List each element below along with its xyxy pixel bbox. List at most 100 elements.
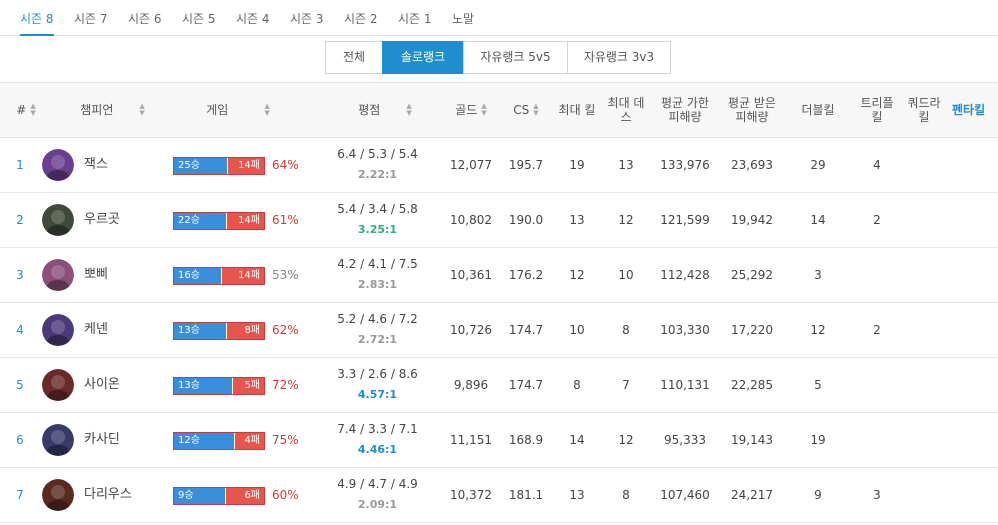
cell-gold: 12,077 — [450, 158, 492, 172]
cell-double: 19 — [810, 433, 826, 447]
win-loss-bar: 16승 14패 — [173, 267, 265, 285]
cell-penta — [952, 303, 996, 357]
cell-gold: 10,361 — [450, 268, 492, 282]
cell-triple: 2 — [873, 323, 881, 337]
cell-dmg-dealt: 110,131 — [660, 378, 710, 392]
season-tab-7[interactable]: 시즌 1 — [398, 10, 432, 27]
cell-gold: 10,726 — [450, 323, 492, 337]
kda: 4.9 / 4.7 / 4.9 — [337, 477, 418, 491]
cell-quadra — [904, 248, 944, 302]
sort-icon: ▲ ▼ — [264, 102, 270, 117]
queue-tab-2[interactable]: 자유랭크 5v5 — [463, 41, 568, 74]
win-loss-bar: 13승 8패 — [173, 322, 265, 340]
sion-avatar[interactable] — [42, 369, 74, 401]
season-tab-1[interactable]: 시즌 7 — [74, 10, 108, 27]
col-header-rank[interactable]: # ▲ ▼ — [8, 83, 44, 137]
season-tab-4[interactable]: 시즌 4 — [236, 10, 270, 27]
col-label: CS — [513, 103, 530, 117]
season-tab-0[interactable]: 시즌 8 — [20, 10, 54, 36]
wins-label: 13승 — [174, 323, 227, 339]
cell-triple — [856, 413, 898, 467]
kennen-avatar[interactable] — [42, 314, 74, 346]
urgot-avatar[interactable] — [42, 204, 74, 236]
table-row[interactable]: 3 뽀삐 16승 14패 53% 4.2 / 4.1 / 7.5 2.83:1 10,… — [0, 248, 998, 303]
cell-max-deaths: 12 — [618, 213, 634, 227]
cell-cs: 168.9 — [508, 433, 544, 447]
table-row[interactable]: 1 잭스 25승 14패 64% 6.4 / 5.3 / 5.4 2.22:1 12,… — [0, 138, 998, 193]
queue-tab-3[interactable]: 자유랭크 3v3 — [567, 41, 671, 74]
season-tab-8[interactable]: 노말 — [452, 10, 474, 27]
cell-double: 9 — [814, 488, 822, 502]
table-row[interactable]: 4 케넨 13승 8패 62% 5.2 / 4.6 / 7.2 2.72:1 10,7… — [0, 303, 998, 358]
win-loss-bar: 9승 6패 — [173, 487, 265, 505]
kassadin-avatar[interactable] — [42, 424, 74, 456]
rank-cell: 1 — [16, 158, 24, 172]
champion-name[interactable]: 카사딘 — [84, 413, 120, 467]
cell-max-deaths: 12 — [618, 433, 634, 447]
col-header-triple-kill[interactable]: 트리플킬 — [856, 83, 898, 137]
col-header-penta-kill[interactable]: 펜타킬 — [952, 83, 996, 137]
losses-label: 14패 — [228, 158, 264, 174]
kda-ratio: 3.25:1 — [357, 223, 398, 236]
col-header-quadra-kill[interactable]: 쿼드라킬 — [904, 83, 944, 137]
table-row[interactable]: 5 사이온 13승 5패 72% 3.3 / 2.6 / 8.6 4.57:1 9,8… — [0, 358, 998, 413]
table-row[interactable]: 7 다리우스 9승 6패 60% 4.9 / 4.7 / 4.9 2.09:1 10,… — [0, 468, 998, 523]
queue-tab-1[interactable]: 솔로랭크 — [382, 41, 464, 74]
col-label: # — [16, 103, 27, 117]
champion-name[interactable]: 사이온 — [84, 358, 120, 412]
col-header-double-kill[interactable]: 더블킬 — [794, 83, 842, 137]
col-header-rating[interactable]: 평점 ▲ ▼ — [330, 83, 440, 137]
cell-max-kills: 14 — [569, 433, 585, 447]
kda: 5.4 / 3.4 / 5.8 — [337, 202, 418, 216]
season-tab-5[interactable]: 시즌 3 — [290, 10, 324, 27]
table-row[interactable]: 2 우르곳 22승 14패 61% 5.4 / 3.4 / 5.8 3.25:1 10… — [0, 193, 998, 248]
table-row[interactable]: 6 카사딘 12승 4패 75% 7.4 / 3.3 / 7.1 4.46:1 11,… — [0, 413, 998, 468]
cell-quadra — [904, 193, 944, 247]
cell-triple: 4 — [873, 158, 881, 172]
season-tab-2[interactable]: 시즌 6 — [128, 10, 162, 27]
poppy-avatar[interactable] — [42, 259, 74, 291]
col-header-avg-damage-taken[interactable]: 평균 받은 피해량 — [722, 83, 782, 137]
cell-gold: 10,802 — [450, 213, 492, 227]
cell-dmg-dealt: 107,460 — [660, 488, 710, 502]
col-header-games[interactable]: 게임 ▲ ▼ — [168, 83, 308, 137]
col-header-cs[interactable]: CS ▲ ▼ — [505, 83, 547, 137]
col-header-gold[interactable]: 골드 ▲ ▼ — [446, 83, 496, 137]
losses-label: 5패 — [233, 378, 264, 394]
cell-max-kills: 12 — [569, 268, 585, 282]
col-label: 펜타킬 — [952, 103, 986, 117]
champion-name[interactable]: 다리우스 — [84, 468, 132, 522]
champion-name[interactable]: 케넨 — [84, 303, 108, 357]
winrate: 75% — [272, 433, 299, 447]
cell-quadra — [904, 138, 944, 192]
wins-label: 9승 — [174, 488, 226, 504]
champion-name[interactable]: 우르곳 — [84, 193, 120, 247]
cell-max-deaths: 10 — [618, 268, 634, 282]
cell-double: 29 — [810, 158, 826, 172]
cell-dmg-dealt: 133,976 — [660, 158, 710, 172]
champion-name[interactable]: 뽀삐 — [84, 248, 108, 302]
jax-avatar[interactable] — [42, 149, 74, 181]
col-header-max-deaths[interactable]: 최대 데스 — [604, 83, 648, 137]
season-tab-3[interactable]: 시즌 5 — [182, 10, 216, 27]
cell-max-deaths: 8 — [622, 323, 630, 337]
cell-penta — [952, 358, 996, 412]
season-tab-6[interactable]: 시즌 2 — [344, 10, 378, 27]
losses-label: 14패 — [222, 268, 264, 284]
champion-name[interactable]: 잭스 — [84, 138, 108, 192]
kda-ratio: 2.83:1 — [357, 278, 398, 291]
col-header-avg-damage-dealt[interactable]: 평균 가한 피해량 — [654, 83, 716, 137]
win-loss-bar: 25승 14패 — [173, 157, 265, 175]
col-header-max-kills[interactable]: 최대 킬 — [552, 83, 602, 137]
queue-tab-0[interactable]: 전체 — [325, 41, 383, 74]
win-loss-bar: 22승 14패 — [173, 212, 265, 230]
losses-label: 14패 — [227, 213, 264, 229]
darius-avatar[interactable] — [42, 479, 74, 511]
rank-cell: 6 — [16, 433, 24, 447]
col-label: 골드 — [455, 103, 478, 117]
wins-label: 16승 — [174, 268, 222, 284]
wins-label: 13승 — [174, 378, 233, 394]
col-header-champion[interactable]: 챔피언 ▲ ▼ — [60, 83, 165, 137]
kda-ratio: 2.72:1 — [357, 333, 398, 346]
rank-cell: 3 — [16, 268, 24, 282]
